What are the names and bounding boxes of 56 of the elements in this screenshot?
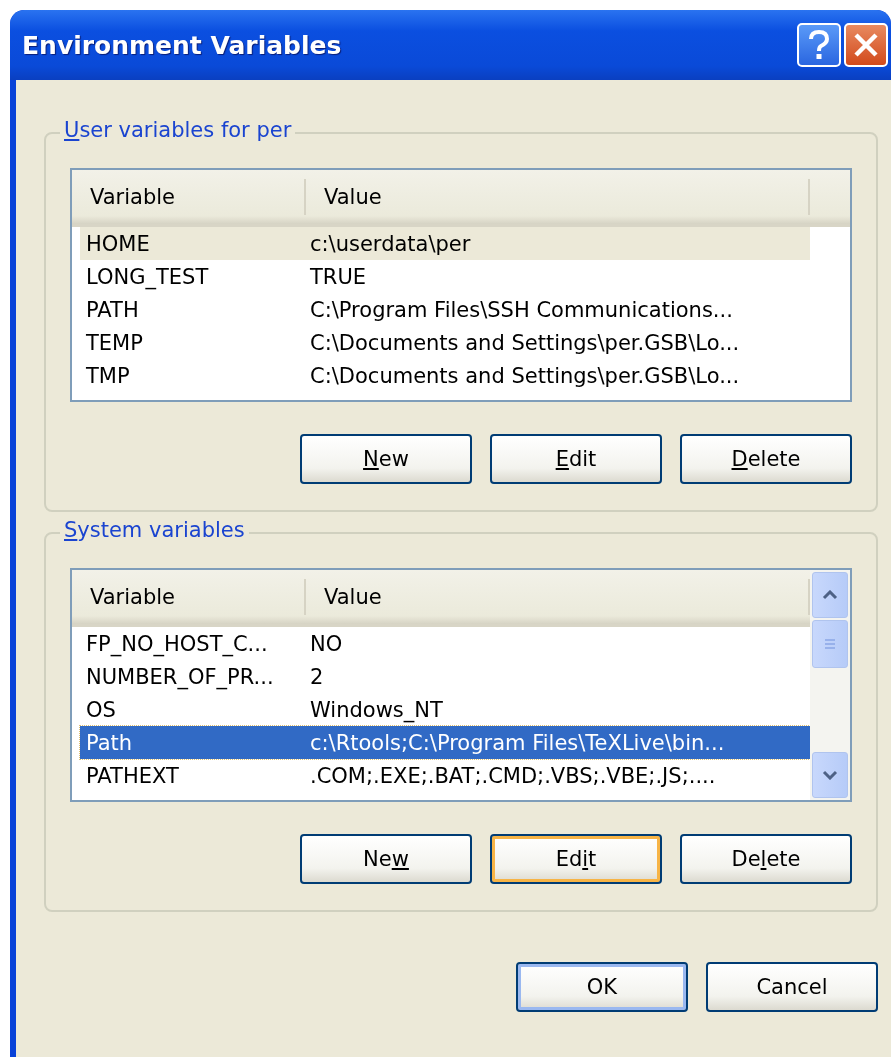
table-cell-text: FP_NO_HOST_C...	[85, 631, 269, 656]
dialog-button[interactable]: OK	[516, 962, 688, 1012]
table-cell-text: PATHEXT	[85, 763, 180, 788]
column-header[interactable]: Value	[306, 179, 810, 215]
close-icon	[853, 32, 879, 58]
window-title: Environment Variables	[22, 30, 343, 60]
variables-list[interactable]: Variable Value FP_NO_HOST_C... NO NUMBER_OF_PR... 2 OS Windows_NT Path c:\Rtools;C:\Program Files\TeXLive\bin... PATHEXT .COM;.EXE;.BAT;.CMD;.VBS;.VBE;.JS;....	[70, 568, 852, 802]
list-row[interactable]: PATH C:\Program Files\SSH Communications...	[80, 293, 810, 326]
table-cell-text: C:\Documents and Settings\per.GSB\Lo...	[309, 330, 741, 355]
dialog-button[interactable]: Delete	[680, 834, 852, 884]
dialog-button[interactable]: New	[300, 834, 472, 884]
list-row[interactable]: Path c:\Rtools;C:\Program Files\TeXLive\bin...	[80, 726, 810, 759]
table-cell-text: HOME	[85, 231, 151, 256]
list-row[interactable]: PATHEXT .COM;.EXE;.BAT;.CMD;.VBS;.VBE;.JS;....	[80, 759, 810, 792]
table-cell-text: C:\Program Files\SSH Communications...	[309, 297, 734, 322]
chevron-down-icon	[822, 770, 838, 780]
group-label: User variables for per	[60, 118, 296, 142]
scroll-thumb[interactable]	[812, 620, 848, 668]
table-cell-text: Path	[85, 730, 134, 755]
dialog-button[interactable]: Delete	[680, 434, 852, 484]
list-row[interactable]: HOME c:\userdata\per	[80, 227, 810, 260]
table-cell-text: TMP	[85, 363, 131, 388]
table-cell-text: OS	[85, 697, 117, 722]
dialog-button[interactable]: Cancel	[706, 962, 878, 1012]
table-cell-text: c:\Rtools;C:\Program Files\TeXLive\bin...	[309, 730, 726, 755]
table-cell-text: PATH	[85, 297, 140, 322]
dialog-button[interactable]: Edit	[490, 834, 662, 884]
close-button[interactable]	[844, 23, 888, 67]
table-cell-text: C:\Documents and Settings\per.GSB\Lo...	[309, 363, 741, 388]
list-row[interactable]: OS Windows_NT	[80, 693, 810, 726]
list-row[interactable]: TEMP C:\Documents and Settings\per.GSB\Lo...	[80, 326, 810, 359]
scrollbar[interactable]	[810, 570, 850, 800]
list-row[interactable]: TMP C:\Documents and Settings\per.GSB\Lo...	[80, 359, 810, 392]
table-cell-text: TEMP	[85, 330, 144, 355]
help-icon	[808, 30, 830, 60]
table-cell-text: LONG_TEST	[85, 264, 210, 289]
table-cell-text: NUMBER_OF_PR...	[85, 664, 275, 689]
table-cell-text: Windows_NT	[309, 697, 444, 722]
scroll-up-button[interactable]	[812, 572, 848, 618]
help-button[interactable]	[797, 23, 841, 67]
chevron-up-icon	[822, 590, 838, 600]
dialog-button[interactable]: New	[300, 434, 472, 484]
list-row[interactable]: NUMBER_OF_PR... 2	[80, 660, 810, 693]
table-cell-text: .COM;.EXE;.BAT;.CMD;.VBS;.VBE;.JS;....	[309, 763, 717, 788]
column-header[interactable]: Variable	[72, 179, 306, 215]
table-cell-text: c:\userdata\per	[309, 231, 472, 256]
list-row[interactable]: LONG_TEST TRUE	[80, 260, 810, 293]
table-cell-text: TRUE	[309, 264, 368, 289]
group-label: System variables	[60, 518, 249, 542]
scroll-down-button[interactable]	[812, 752, 848, 798]
table-cell-text: NO	[309, 631, 344, 656]
table-cell-text: 2	[309, 664, 325, 689]
variables-list[interactable]: Variable Value HOME c:\userdata\per LONG_TEST TRUE PATH C:\Program Files\SSH Communications... TEMP C:\Documents and Settings\per.GSB\Lo... TMP C:\Documents and Settings\per.GSB\Lo...	[70, 168, 852, 402]
dialog-button[interactable]: Edit	[490, 434, 662, 484]
column-header[interactable]: Variable	[72, 579, 306, 615]
list-row[interactable]: FP_NO_HOST_C... NO	[80, 627, 810, 660]
